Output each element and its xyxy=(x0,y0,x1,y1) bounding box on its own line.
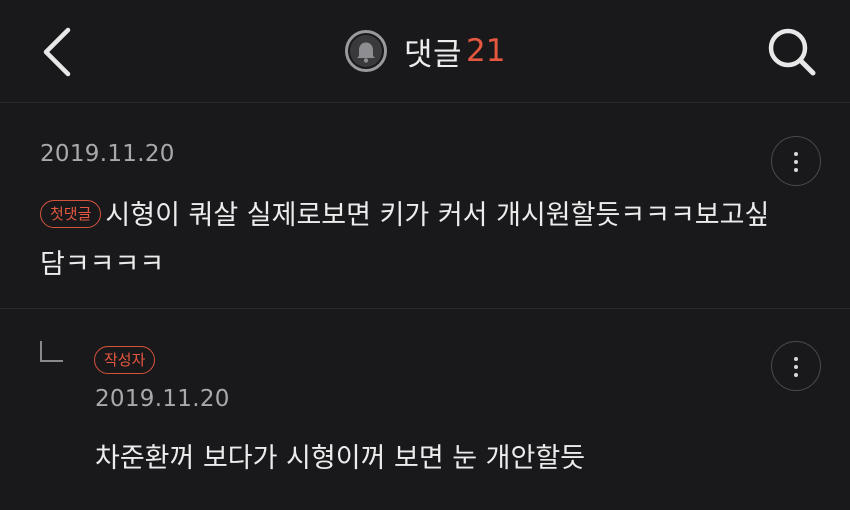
reply-indent-icon xyxy=(40,341,63,362)
more-options-button[interactable] xyxy=(771,136,821,186)
comment-count: 21 xyxy=(466,33,506,69)
search-icon xyxy=(768,28,816,76)
search-button[interactable] xyxy=(764,24,820,80)
back-button[interactable] xyxy=(30,24,82,80)
more-options-button[interactable] xyxy=(771,341,821,391)
bell-icon[interactable] xyxy=(344,29,388,73)
comment-text: 시형이 쿼살 실제로보면 키가 커서 개시원할듯ㅋㅋㅋ보고싶담ㅋㅋㅋㅋ xyxy=(40,200,770,280)
comment-item: 2019.11.20 첫댓글 시형이 쿼살 실제로보면 키가 커서 개시원할듯ㅋㅋ… xyxy=(0,103,850,309)
comment-body: 첫댓글 시형이 쿼살 실제로보면 키가 커서 개시원할듯ㅋㅋㅋ보고싶담ㅋㅋㅋㅋ xyxy=(40,191,780,289)
first-comment-badge: 첫댓글 xyxy=(40,199,102,228)
reply-date: 2019.11.20 xyxy=(95,386,230,412)
more-dot xyxy=(794,160,798,164)
chevron-left-icon xyxy=(43,27,71,77)
more-dot xyxy=(794,365,798,369)
more-dot xyxy=(794,168,798,172)
header-title: 댓글 21 xyxy=(344,28,506,74)
more-dot xyxy=(794,152,798,156)
comment-date: 2019.11.20 xyxy=(40,141,175,167)
author-badge: 작성자 xyxy=(94,346,156,374)
more-dot xyxy=(794,373,798,377)
comments-header: 댓글 21 xyxy=(0,0,850,103)
page-title: 댓글 xyxy=(404,36,463,73)
reply-text: 차준환꺼 보다가 시형이꺼 보면 눈 개안할듯 xyxy=(95,443,586,474)
more-dot xyxy=(794,357,798,361)
reply-item: 작성자 2019.11.20 차준환꺼 보다가 시형이꺼 보면 눈 개안할듯 xyxy=(0,309,850,510)
